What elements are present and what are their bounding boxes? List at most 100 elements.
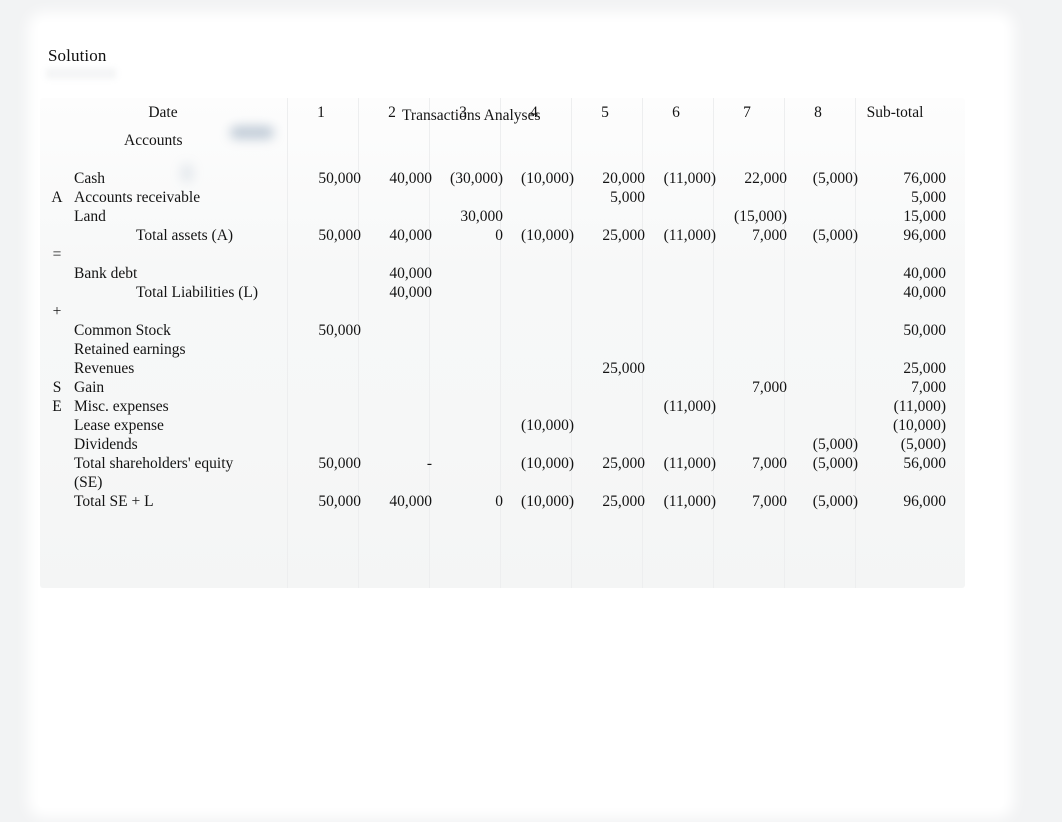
row-label-grand-total: Total SE + L — [74, 493, 154, 510]
cell — [574, 378, 645, 397]
cell: 30,000 — [460, 208, 503, 225]
table-row: Lease expense (10,000) (10,000) — [40, 416, 946, 435]
cell — [645, 416, 716, 435]
column-header-5: 5 — [601, 104, 609, 121]
cell — [787, 359, 858, 378]
cell-subtotal — [858, 340, 946, 359]
table-row: E Misc. expenses (11,000) (11,000) — [40, 397, 946, 416]
table-row: Land 30,000 (15,000) 15,000 — [40, 207, 946, 226]
cell — [432, 435, 503, 454]
cell: 50,000 — [318, 455, 361, 472]
cell: (30,000) — [450, 170, 503, 187]
cell — [503, 435, 574, 454]
page-title: Solution — [48, 46, 107, 65]
equation-equals-row: = — [40, 245, 946, 264]
cell: (5,000) — [812, 455, 858, 472]
table-row: A Cash 50,000 40,000 (30,000) (10,000) 2… — [40, 169, 946, 206]
row-label-cash: Cash — [74, 170, 105, 187]
cell-subtotal: 76,000 — [903, 170, 946, 187]
cell — [787, 321, 858, 340]
cell — [787, 378, 858, 397]
cell: 7,000 — [752, 493, 787, 510]
cell — [645, 378, 716, 397]
cell: 50,000 — [318, 322, 361, 339]
cell: (11,000) — [663, 455, 716, 472]
cell-subtotal: 50,000 — [903, 322, 946, 339]
cell — [645, 207, 716, 226]
accounts-header-fill — [290, 124, 946, 150]
cell — [787, 340, 858, 359]
cell — [503, 321, 574, 340]
cell — [574, 435, 645, 454]
row-label-misc-expenses: Misc. expenses — [74, 398, 169, 415]
cell — [290, 264, 361, 283]
cell — [361, 435, 432, 454]
cell — [503, 397, 574, 416]
cell — [645, 283, 716, 302]
column-header-1: 1 — [317, 104, 325, 121]
cell — [361, 321, 432, 340]
row-label-accounts-receivable: Accounts receivable — [74, 189, 201, 206]
cell — [432, 359, 503, 378]
cell — [716, 435, 787, 454]
cell-subtotal: 96,000 — [903, 493, 946, 510]
cell — [361, 359, 432, 378]
cell — [645, 188, 716, 207]
cell — [787, 188, 858, 207]
header-spacer — [40, 98, 74, 124]
cell — [503, 207, 574, 226]
row-label-total-se-cont: (SE) — [74, 474, 103, 491]
cell — [290, 416, 361, 435]
table-row: Dividends (5,000) (5,000) — [40, 435, 946, 454]
cell: 25,000 — [602, 493, 645, 510]
cell — [787, 416, 858, 435]
cell: (5,000) — [812, 493, 858, 510]
cell: 50,000 — [318, 227, 361, 244]
table-row-total-liabilities: Total Liabilities (L) 40,000 40,000 — [40, 283, 946, 302]
column-header-3: 3 — [459, 104, 467, 121]
cell — [716, 188, 787, 207]
date-header: Date — [148, 104, 178, 121]
cell: 25,000 — [602, 227, 645, 244]
cell — [503, 378, 574, 397]
cell — [290, 207, 361, 226]
row-label-lease-expense: Lease expense — [74, 417, 164, 434]
cell: 40,000 — [389, 284, 432, 301]
cell — [645, 340, 716, 359]
column-header-6: 6 — [672, 104, 680, 121]
transactions-analyses-worksheet: Transactions Analyses Date 1 2 3 4 5 6 7… — [40, 98, 965, 588]
cell: 5,000 — [610, 189, 645, 206]
cell: (5,000) — [812, 436, 858, 453]
cell — [361, 397, 432, 416]
cell — [432, 340, 503, 359]
row-label-common-stock: Common Stock — [74, 322, 171, 339]
cell — [361, 188, 432, 207]
cell — [290, 378, 361, 397]
cell: 40,000 — [389, 265, 432, 282]
cell: (15,000) — [734, 208, 787, 225]
table-row: Common Stock 50,000 50,000 — [40, 321, 946, 340]
cell — [432, 188, 503, 207]
cell: (10,000) — [521, 170, 574, 187]
cell — [574, 283, 645, 302]
cell — [716, 340, 787, 359]
cell — [503, 283, 574, 302]
cell: 7,000 — [752, 455, 787, 472]
cell — [574, 321, 645, 340]
cell — [503, 359, 574, 378]
cell: (10,000) — [521, 455, 574, 472]
cell: (5,000) — [812, 227, 858, 244]
cell — [290, 340, 361, 359]
cell: (10,000) — [521, 417, 574, 434]
cell-subtotal: (10,000) — [893, 417, 946, 434]
cell: 0 — [495, 493, 503, 510]
cell: (11,000) — [663, 170, 716, 187]
cell: (11,000) — [663, 227, 716, 244]
cell-subtotal: (5,000) — [900, 436, 946, 453]
cell — [290, 435, 361, 454]
equation-mark-se-line2: E — [52, 398, 62, 415]
table-row: Bank debt 40,000 40,000 — [40, 264, 946, 283]
cell — [361, 378, 432, 397]
cell: (10,000) — [521, 227, 574, 244]
cell: 7,000 — [752, 227, 787, 244]
